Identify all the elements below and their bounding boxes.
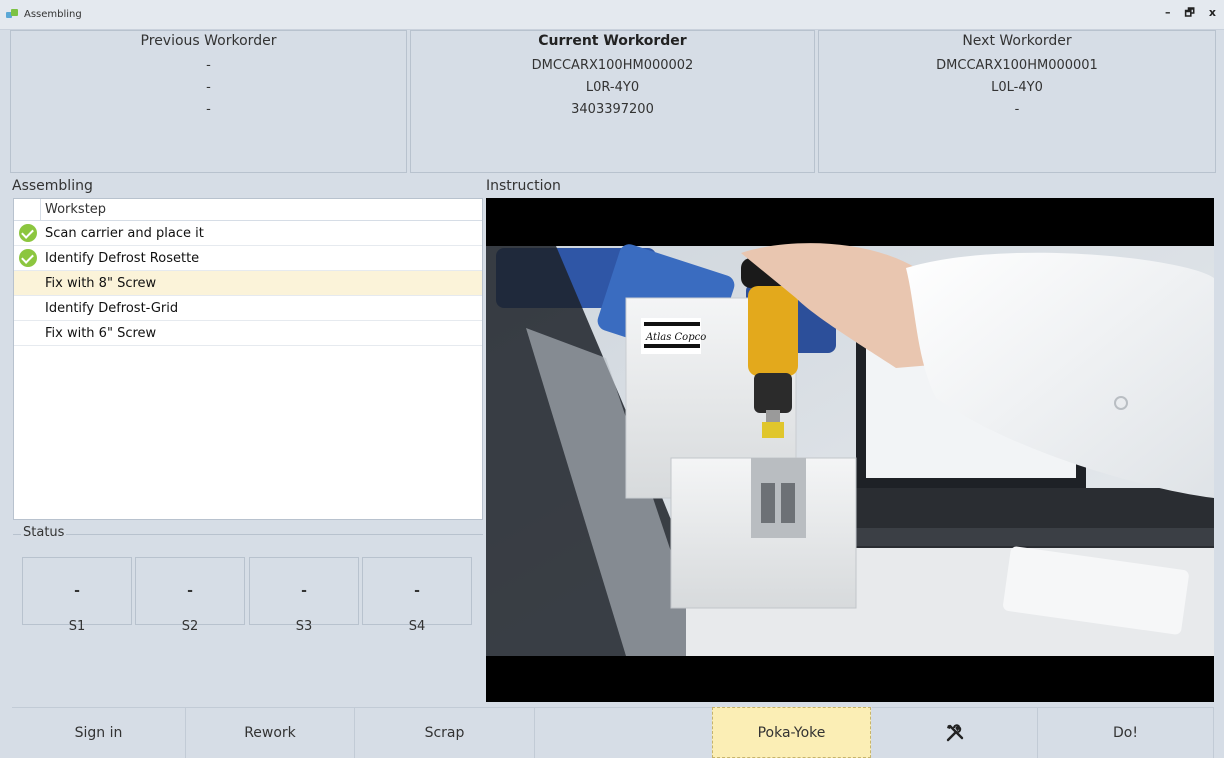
- brand-text: Atlas Copco: [645, 332, 706, 343]
- status-label: Status: [21, 525, 67, 540]
- check-icon: [19, 224, 37, 242]
- status-slot-label: S4: [408, 619, 426, 634]
- workstep-row-2[interactable]: Identify Defrost Rosette: [14, 246, 482, 271]
- workstep-label: Fix with 6" Screw: [45, 325, 157, 341]
- next-workorder-line: L0L-4Y0: [991, 80, 1043, 95]
- instruction-illustration: Atlas Copco: [486, 243, 1214, 656]
- status-slot-label: S3: [295, 619, 313, 634]
- title-bar: Assembling – 🗗 x: [0, 0, 1224, 30]
- rework-button[interactable]: Rework: [186, 707, 355, 758]
- workstep-column-header[interactable]: Workstep: [14, 199, 482, 221]
- workstep-label: Identify Defrost Rosette: [45, 250, 200, 266]
- status-slot-s4: -: [362, 557, 472, 625]
- next-workorder-line: -: [1014, 102, 1020, 117]
- status-slot-s2: -: [135, 557, 245, 625]
- workstep-list[interactable]: Workstep Scan carrier and place it Ident…: [13, 198, 483, 520]
- status-slot-label: S1: [68, 619, 86, 634]
- workstep-row-3[interactable]: Fix with 8" Screw: [14, 271, 482, 296]
- status-slot-label: S2: [181, 619, 199, 634]
- instruction-label: Instruction: [486, 178, 561, 194]
- close-button[interactable]: x: [1209, 6, 1216, 20]
- current-workorder-line: 3403397200: [571, 102, 654, 117]
- status-slot-s1: -: [22, 557, 132, 625]
- empty-button-slot: [535, 707, 712, 758]
- workstep-label: Scan carrier and place it: [45, 225, 204, 241]
- status-group: Status - S1 - S2 - S3 - S4: [13, 525, 483, 702]
- current-workorder-panel: Current Workorder DMCCARX100HM000002 L0R…: [410, 30, 815, 173]
- window-title: Assembling: [24, 9, 82, 20]
- workstep-row-4[interactable]: Identify Defrost-Grid: [14, 296, 482, 321]
- tools-icon: [946, 724, 963, 742]
- status-slot-s3: -: [249, 557, 359, 625]
- poka-yoke-button[interactable]: Poka-Yoke: [712, 707, 871, 758]
- previous-workorder-line: -: [206, 80, 211, 95]
- workstep-label: Fix with 8" Screw: [45, 275, 157, 291]
- current-workorder-line: DMCCARX100HM000002: [531, 58, 694, 73]
- check-icon: [19, 249, 37, 267]
- next-workorder-panel: Next Workorder DMCCARX100HM000001 L0L-4Y…: [818, 30, 1216, 173]
- window-controls: – 🗗 x: [1165, 6, 1216, 20]
- do-button[interactable]: Do!: [1038, 707, 1214, 758]
- app-icon: [6, 8, 20, 21]
- assembling-label: Assembling: [12, 178, 93, 194]
- sign-in-button[interactable]: Sign in: [12, 707, 186, 758]
- next-workorder-line: DMCCARX100HM000001: [936, 58, 1098, 73]
- instruction-image: Atlas Copco: [486, 198, 1214, 702]
- workstep-row-5[interactable]: Fix with 6" Screw: [14, 321, 482, 346]
- workstep-row-1[interactable]: Scan carrier and place it: [14, 221, 482, 246]
- previous-workorder-line: -: [206, 58, 211, 73]
- scrap-button[interactable]: Scrap: [355, 707, 535, 758]
- minimize-button[interactable]: –: [1165, 6, 1171, 20]
- previous-workorder-panel: Previous Workorder - - -: [10, 30, 407, 173]
- previous-workorder-line: -: [206, 102, 211, 117]
- current-workorder-title: Current Workorder: [538, 33, 687, 49]
- current-workorder-line: L0R-4Y0: [585, 80, 640, 95]
- workstep-label: Identify Defrost-Grid: [45, 300, 179, 316]
- previous-workorder-title: Previous Workorder: [140, 33, 277, 49]
- tools-button[interactable]: [872, 707, 1038, 758]
- restore-button[interactable]: 🗗: [1185, 6, 1195, 20]
- next-workorder-title: Next Workorder: [962, 33, 1072, 49]
